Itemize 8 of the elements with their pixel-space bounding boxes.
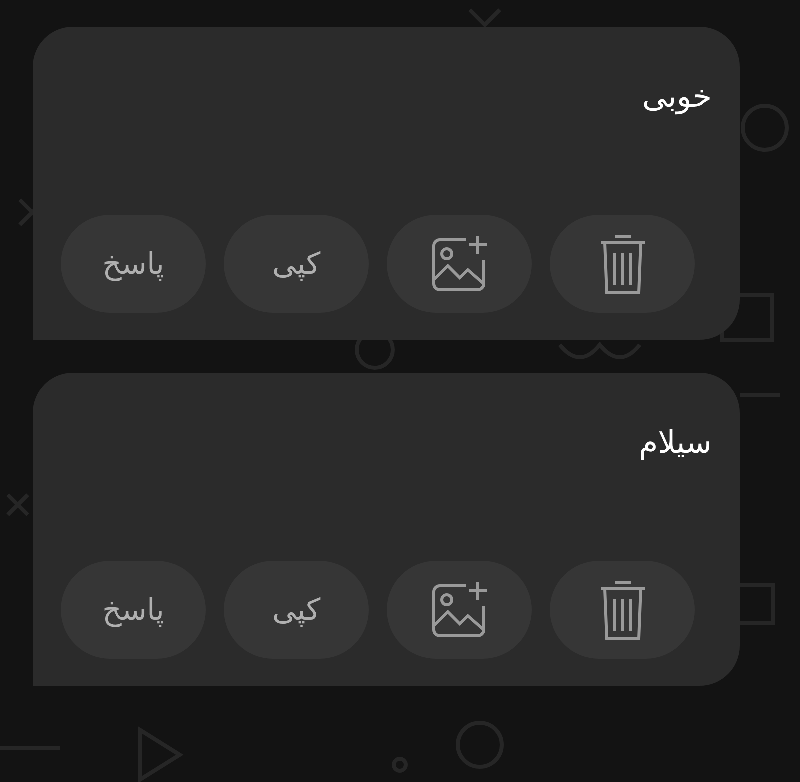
message-text: خوبی — [642, 79, 712, 115]
reply-button[interactable]: پاسخ — [61, 215, 206, 313]
copy-button[interactable]: کپی — [224, 561, 369, 659]
image-add-icon — [430, 580, 490, 640]
message-text: سیلام — [638, 425, 712, 461]
copy-button[interactable]: کپی — [224, 215, 369, 313]
reply-button[interactable]: پاسخ — [61, 561, 206, 659]
image-add-icon — [430, 234, 490, 294]
